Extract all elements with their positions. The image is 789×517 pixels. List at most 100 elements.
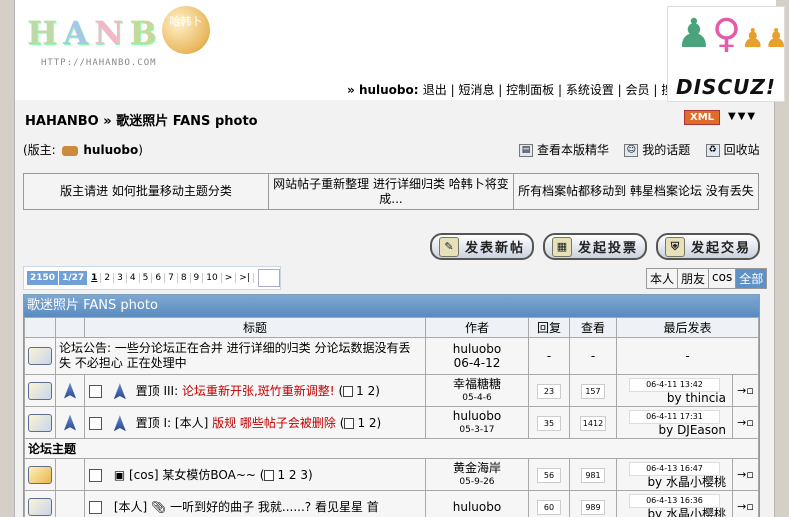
page-5[interactable]: 5	[140, 273, 153, 283]
topic-status-icon	[28, 381, 52, 400]
nav-members[interactable]: 会员	[626, 83, 650, 97]
moderator-icon	[61, 145, 78, 156]
table-row[interactable]: [本人] 📎︎ 一听到好的曲子 我就......? 看见星星 首 huluobo…	[24, 490, 760, 517]
last-poster[interactable]: by 水晶小樱桃	[617, 508, 732, 517]
page-10[interactable]: 10	[203, 273, 222, 283]
topic-author[interactable]: 幸福糖糖	[453, 377, 501, 391]
page-8[interactable]: 8	[178, 273, 191, 283]
new-poll-button[interactable]: ▦ 发起投票	[543, 233, 647, 260]
page-next[interactable]: >	[222, 273, 237, 283]
section-title: 论坛主题	[24, 438, 759, 459]
goto-last-post-icon[interactable]: →▫	[731, 406, 760, 439]
table-row[interactable]: ▣ [cos] 某女模仿BOA~~ (1 2 3) 黄金海岸 05-9-26 56…	[24, 458, 760, 491]
topic-checkbox[interactable]	[89, 416, 102, 430]
announcement-row[interactable]: 论坛公告: 一些分论坛正在合并 进行详细的归类 分论坛数据没有丢失 不必担心 正…	[24, 337, 760, 375]
view-count: 981	[580, 467, 605, 483]
topic-pages[interactable]: (1 2)	[340, 416, 381, 430]
last-poster[interactable]: by thincia	[617, 392, 732, 404]
topic-title-link[interactable]: 某女模仿BOA~~	[162, 468, 256, 482]
topic-category[interactable]: [本人]	[175, 416, 208, 430]
page-last[interactable]: >|	[236, 273, 254, 283]
site-logo[interactable]: HANBO HTTP://HAHANBO.COM 哈韩卜	[27, 6, 217, 76]
multipage-icon	[264, 470, 275, 481]
page-2[interactable]: 2	[101, 273, 115, 283]
forum-links: ▤ 查看本版精华 ☺ 我的话题 ♻ 回收站	[519, 141, 760, 158]
announcement-author[interactable]: huluobo	[453, 342, 501, 356]
username-link[interactable]: huluobo	[359, 83, 414, 97]
page-1[interactable]: 1	[88, 273, 102, 283]
link-recycle-bin[interactable]: 回收站	[724, 143, 760, 157]
topic-checkbox[interactable]	[89, 469, 102, 482]
goto-last-post-icon[interactable]: →▫	[731, 374, 760, 407]
goto-last-post-icon[interactable]: →▫	[731, 458, 760, 491]
topic-category[interactable]: [cos]	[129, 468, 159, 482]
goto-last-post-icon[interactable]: →▫	[731, 490, 760, 517]
last-poster[interactable]: by 水晶小樱桃	[617, 476, 732, 488]
moderator-name[interactable]: huluobo	[83, 143, 138, 157]
new-trade-button[interactable]: ⛨ 发起交易	[656, 233, 760, 260]
discuz-logo[interactable]: ♟♀♟♟ DISCUZ!	[667, 6, 788, 102]
link-my-topics[interactable]: 我的话题	[642, 143, 690, 157]
filter-self[interactable]: 本人	[647, 269, 679, 288]
action-buttons: ✎ 发表新帖 ▦ 发起投票 ⛨ 发起交易	[430, 233, 760, 260]
announcement-text[interactable]: 论坛公告: 一些分论坛正在合并 进行详细的归类 分论坛数据没有丢失 不必担心 正…	[55, 337, 426, 375]
reply-count: 56	[536, 467, 561, 483]
poll-icon: ▦	[551, 236, 572, 257]
nav-control-panel[interactable]: 控制面板	[506, 83, 554, 97]
page-jump-input[interactable]	[257, 269, 280, 287]
collapse-arrows-icon[interactable]: ▼▼▼	[728, 111, 757, 122]
page-6[interactable]: 6	[152, 273, 166, 283]
col-replies[interactable]: 回复	[527, 317, 570, 338]
nav-messages[interactable]: 短消息	[458, 83, 494, 97]
view-count: 989	[580, 499, 605, 515]
topic-title-link[interactable]: 版规 哪些帖子会被删除	[212, 416, 336, 430]
new-post-button[interactable]: ✎ 发表新帖	[430, 233, 534, 260]
col-author[interactable]: 作者	[424, 317, 529, 338]
topic-title-link[interactable]: 一听到好的曲子 我就......? 看见星星 首	[170, 500, 379, 514]
topic-author[interactable]: 黄金海岸	[453, 461, 501, 475]
topic-status-icon	[28, 413, 52, 432]
page-4[interactable]: 4	[127, 273, 140, 283]
recycle-bin-icon: ♻	[705, 144, 720, 157]
link-digest[interactable]: 查看本版精华	[537, 143, 609, 157]
col-last-post[interactable]: 最后发表	[615, 317, 760, 338]
header: HANBO HTTP://HAHANBO.COM 哈韩卜 » huluobo: …	[15, 0, 776, 100]
new-post-icon: ✎	[438, 236, 459, 257]
col-title[interactable]: 标题	[84, 317, 426, 338]
multipage-icon	[344, 417, 355, 429]
table-row[interactable]: 置顶 III: 论坛重新开张,斑竹重新调整! (1 2) 幸福糖糖 05-4-6 …	[24, 374, 760, 407]
topic-category[interactable]: [本人]	[114, 500, 147, 514]
last-poster[interactable]: by DJEason	[617, 424, 732, 436]
topic-count: 2150	[27, 271, 59, 285]
topic-checkbox[interactable]	[89, 384, 102, 398]
topic-title-link[interactable]: 论坛重新开张,斑竹重新调整!	[182, 384, 335, 398]
view-count: 1412	[579, 415, 607, 431]
announcement-1[interactable]: 版主请进 如何批量移动主题分类	[24, 174, 269, 209]
announcement-3[interactable]: 所有档案帖都移动到 韩星档案论坛 没有丢失	[514, 174, 758, 209]
reply-count: 60	[536, 499, 561, 515]
filter-friends[interactable]: 朋友	[678, 269, 710, 288]
filter-cos[interactable]: cos	[709, 269, 737, 288]
pin-icon	[64, 382, 76, 399]
page-7[interactable]: 7	[165, 273, 178, 283]
multipage-icon	[343, 385, 354, 397]
page-9[interactable]: 9	[191, 273, 204, 283]
topic-pages[interactable]: (1 2)	[338, 384, 379, 398]
topic-author[interactable]: huluobo	[453, 409, 501, 423]
filter-all[interactable]: 全部	[736, 269, 767, 288]
logo-url: HTTP://HAHANBO.COM	[41, 58, 157, 68]
topic-pages[interactable]: (1 2 3)	[260, 468, 313, 482]
table-row[interactable]: 置顶 I: [本人] 版规 哪些帖子会被删除 (1 2) huluobo 05-3…	[24, 406, 760, 439]
breadcrumb-site[interactable]: HAHANBO	[25, 114, 99, 129]
page: HANBO HTTP://HAHANBO.COM 哈韩卜 » huluobo: …	[14, 0, 788, 517]
announcement-bar: 版主请进 如何批量移动主题分类 网站帖子重新整理 进行详细归类 哈韩卜将变成..…	[23, 173, 759, 210]
nav-settings[interactable]: 系统设置	[566, 83, 614, 97]
xml-badge[interactable]: XML	[684, 110, 721, 125]
announcement-2[interactable]: 网站帖子重新整理 进行详细归类 哈韩卜将变成...	[269, 174, 514, 209]
page-3[interactable]: 3	[114, 273, 127, 283]
topic-checkbox[interactable]	[89, 501, 102, 514]
announcement-icon	[28, 347, 52, 365]
nav-logout[interactable]: 退出	[423, 83, 447, 97]
topic-author[interactable]: huluobo	[453, 500, 501, 514]
col-views[interactable]: 查看	[568, 317, 617, 338]
